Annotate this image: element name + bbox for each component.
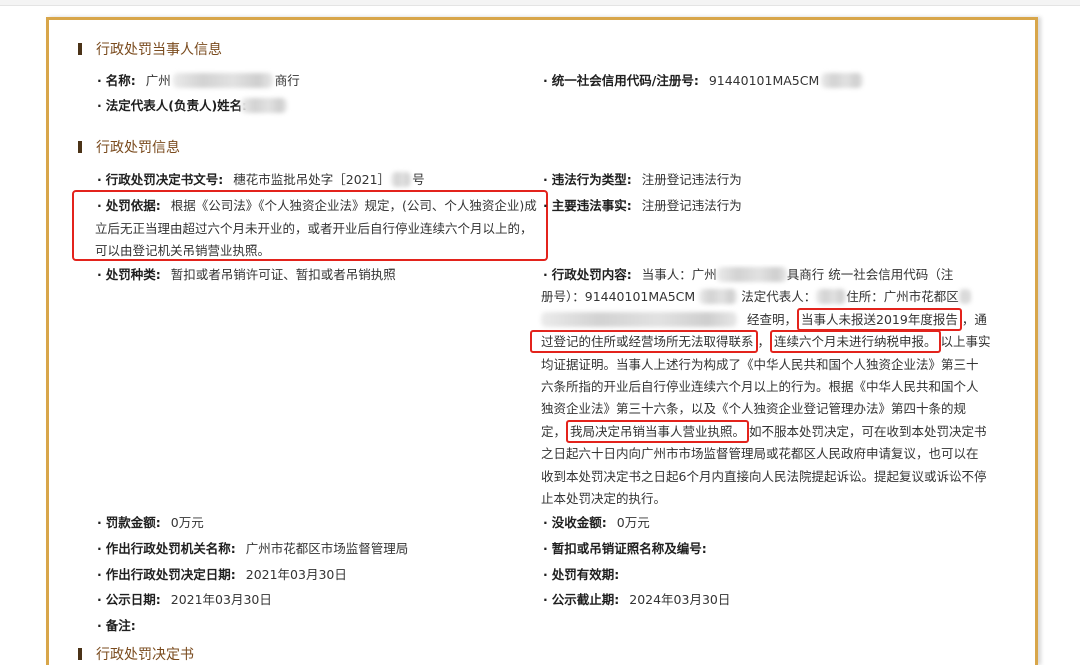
field-remark: 备注: [95, 615, 136, 637]
redaction-blur [716, 267, 787, 282]
field-violation-type: 违法行为类型: 注册登记违法行为 [541, 169, 742, 191]
redaction-blur [699, 289, 738, 305]
page: 行政处罚当事人信息 名称: 广州 商行 统一社会信用代码/注册号: 91440101M… [0, 0, 1080, 665]
field-value: 广州市花都区市场监督管理局 [245, 541, 409, 556]
section-marker-icon [78, 43, 82, 55]
name-prefix: 广州 [145, 73, 171, 88]
content-segment: ，通 [961, 311, 987, 327]
annotation-highlight-box [72, 190, 548, 261]
content-segment: 当事人：广州 [641, 267, 717, 282]
field-label: 处罚种类: [95, 267, 161, 282]
field-decision-date: 作出行政处罚决定日期: 2021年03月30日 [95, 564, 347, 586]
annotation-highlight: 我局决定吊销当事人营业执照。 [566, 419, 750, 443]
doc-no-prefix: 穗花市监批吊处字［2021］ [233, 172, 391, 187]
field-license: 暂扣或吊销证照名称及编号: [541, 538, 707, 560]
doc-no-suffix: 号 [412, 172, 425, 187]
content-segment: 具商行 统一社会信用代码（注 [786, 267, 954, 282]
field-penalty-category: 处罚种类: 暂扣或者吊销许可证、暂扣或者吊销执照 [95, 264, 396, 286]
field-label: 暂扣或吊销证照名称及编号: [541, 541, 707, 556]
redaction-blur [241, 98, 288, 113]
field-label: 公示截止期: [541, 592, 619, 607]
content-line: 之日起六十日内向广州市市场监督管理局或花都区人民政府申请复议，也可以在 [541, 446, 979, 462]
field-label: 作出行政处罚决定日期: [95, 567, 236, 582]
annotation-highlight: 连续六个月未进行纳税申报。 [770, 330, 941, 354]
section-party-info: 行政处罚当事人信息 [78, 40, 222, 60]
field-legal-rep: 法定代表人(负责人)姓名: [95, 95, 288, 117]
field-label: 公示日期: [95, 592, 161, 607]
field-publish-date: 公示日期: 2021年03月30日 [95, 589, 272, 611]
content-line: 收到本处罚决定书之日起6个月内直接向人民法院提起诉讼。提起复议或诉讼不停 [541, 468, 987, 484]
content-line: 经查明， 当事人未报送2019年度报告 ，通 [541, 307, 993, 331]
content-line: 过登记的住所或经营场所无法取得联系，连续六个月未进行纳税申报。 以上事实 [530, 330, 993, 354]
content-line: 册号）：91440101MA5CM 法定代表人： 住所：广州市花都区 [541, 286, 993, 308]
content-segment: 如不服本处罚决定，可在收到本处罚决定书 [749, 423, 987, 439]
content-line: 行政处罚内容: 当事人：广州 具商行 统一社会信用代码（注 [541, 264, 993, 286]
content-line: 均证据证明。当事人上述行为构成了《中华人民共和国个人独资企业法》第三十 [541, 356, 979, 372]
field-validity: 处罚有效期: [541, 564, 619, 586]
redaction-blur [391, 172, 412, 187]
field-value: 2021年03月30日 [245, 567, 347, 582]
field-value: 2021年03月30日 [170, 592, 272, 607]
field-fine: 罚款金额: 0万元 [95, 512, 204, 534]
redaction-blur [541, 311, 737, 327]
section-title: 行政处罚信息 [96, 140, 180, 156]
content-segment: 以上事实 [940, 334, 991, 350]
name-suffix: 商行 [274, 73, 300, 88]
annotation-highlight: 当事人未报送2019年度报告 [797, 307, 962, 331]
redaction-blur [958, 289, 971, 305]
content-segment: 经查明， [747, 311, 798, 327]
redaction-blur [816, 289, 847, 305]
section-decision-doc: 行政处罚决定书 [78, 646, 194, 664]
field-label: 违法行为类型: [541, 172, 632, 187]
field-publish-end: 公示截止期: 2024年03月30日 [541, 589, 730, 611]
field-label: 罚款金额: [95, 515, 161, 530]
redaction-blur [821, 73, 864, 88]
field-doc-no: 行政处罚决定书文号: 穗花市监批吊处字［2021］ 号 [95, 169, 425, 191]
field-label: 行政处罚决定书文号: [95, 172, 223, 187]
field-label: 作出行政处罚机关名称: [95, 541, 236, 556]
content-line: 定， 我局决定吊销当事人营业执照。 如不服本处罚决定，可在收到本处罚决定书 [541, 419, 993, 443]
annotation-highlight: 过登记的住所或经营场所无法取得联系 [530, 330, 758, 354]
field-label: 备注: [95, 618, 136, 633]
field-penalty-content: 行政处罚内容: 当事人：广州 具商行 统一社会信用代码（注 册号）：91440101… [530, 264, 993, 510]
redaction-blur [172, 73, 273, 88]
field-value: 注册登记违法行为 [641, 198, 742, 213]
content-segment: 册号）：91440101MA5CM [541, 289, 696, 305]
section-penalty-info: 行政处罚信息 [78, 138, 180, 158]
field-value: 0万元 [170, 515, 204, 530]
field-value: 注册登记违法行为 [641, 172, 742, 187]
content-segment: 法定代表人： [741, 289, 817, 305]
field-label: 主要违法事实: [541, 198, 632, 213]
section-marker-icon [78, 648, 82, 660]
field-value: 暂扣或者吊销许可证、暂扣或者吊销执照 [170, 267, 396, 282]
content-segment: ， [757, 334, 771, 350]
field-value: 广州 商行 [146, 73, 300, 88]
section-marker-icon [78, 141, 82, 153]
section-title: 行政处罚当事人信息 [96, 42, 222, 58]
field-main-facts: 主要违法事实: 注册登记违法行为 [541, 195, 742, 217]
section-title: 行政处罚决定书 [96, 647, 194, 663]
field-name: 名称: 广州 商行 [95, 70, 300, 92]
field-value: 穗花市监批吊处字［2021］ 号 [233, 172, 425, 187]
field-label: 统一社会信用代码/注册号: [541, 73, 699, 88]
field-confiscation: 没收金额: 0万元 [541, 512, 650, 534]
content-line: 六条所指的开业后自行停业连续六个月以上的行为。根据《中华人民共和国个人 [541, 378, 979, 394]
content-line: 独资企业法》第三十六条，以及《个人独资企业登记管理办法》第四十条的规 [541, 401, 967, 417]
field-authority: 作出行政处罚机关名称: 广州市花都区市场监督管理局 [95, 538, 408, 560]
field-label: 没收金额: [541, 515, 607, 530]
field-label: 处罚有效期: [541, 567, 619, 582]
field-value: 0万元 [616, 515, 650, 530]
top-bar [0, 0, 1080, 6]
content-segment: 定， [541, 423, 567, 439]
field-credit-code: 统一社会信用代码/注册号: 91440101MA5CM [541, 70, 864, 92]
field-label: 名称: [95, 73, 136, 88]
content-segment: 住所：广州市花都区 [846, 289, 959, 305]
field-label: 法定代表人(负责人)姓名: [95, 98, 247, 113]
field-label: 行政处罚内容: [541, 267, 632, 282]
field-value: 91440101MA5CM [708, 73, 820, 88]
content-line: 止本处罚决定的执行。 [541, 490, 667, 506]
field-value: 2024年03月30日 [629, 592, 731, 607]
